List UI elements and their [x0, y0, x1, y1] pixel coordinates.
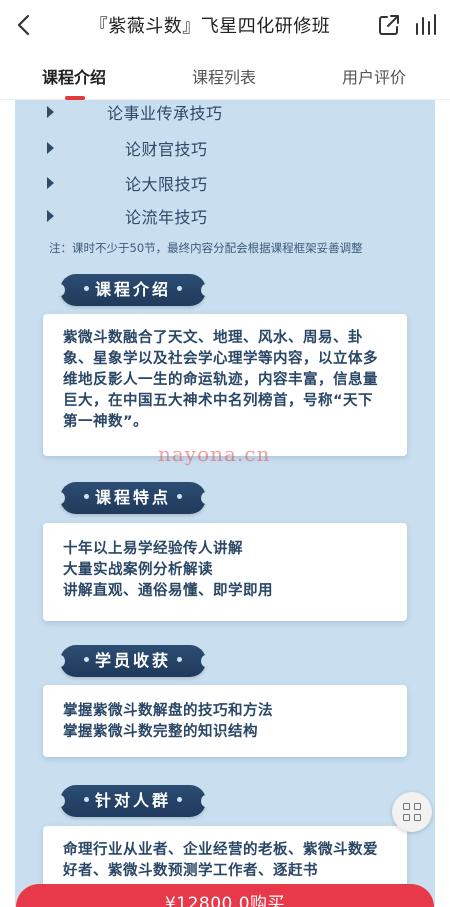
- page-title: 『紫薇斗数』飞星四化研修班: [89, 16, 331, 37]
- course-note: 注：课时不少于50节，最终内容分配会根据课程框架妥善调整: [49, 241, 363, 255]
- grid-icon[interactable]: [392, 792, 432, 832]
- outline-item-label: 论流年技巧: [125, 208, 208, 227]
- outline-item: 论大限技巧: [15, 171, 435, 195]
- share-icon[interactable]: [376, 12, 402, 38]
- feature-line: 大量实战案例分析解读: [63, 562, 213, 578]
- chevron-left-icon[interactable]: [10, 10, 40, 40]
- outline-item: 论财官技巧: [15, 136, 435, 160]
- triangle-right-icon: [47, 142, 54, 154]
- outline-item-label: 论事业传承技巧: [107, 104, 223, 123]
- outline-item-label: 论财官技巧: [125, 140, 208, 159]
- gain-line: 掌握紫微斗数解盘的技巧和方法: [63, 703, 273, 719]
- audience-text: 命理行业从业者、企业经营的老板、紫微斗数爱好者、紫微斗数预测学工作者、逐赶书: [63, 842, 378, 879]
- tab-user-reviews[interactable]: 用户评价: [342, 64, 406, 88]
- triangle-right-icon: [47, 106, 54, 118]
- features-card: 十年以上易学经验传人讲解 大量实战案例分析解读 讲解直观、通俗易懂、即学即用: [43, 523, 407, 621]
- section-header-gains: 学员收获: [54, 645, 212, 677]
- tab-course-list[interactable]: 课程列表: [192, 64, 256, 88]
- top-bar: 『紫薇斗数』飞星四化研修班: [0, 0, 450, 50]
- bar-chart-icon[interactable]: [413, 12, 439, 38]
- outline-item-label: 论大限技巧: [125, 175, 208, 194]
- app-root: 『紫薇斗数』飞星四化研修班 课程介绍 课程列表 用户评价 论事业传承技巧 论财官…: [0, 0, 450, 907]
- outline-item: 论事业传承技巧: [15, 100, 435, 124]
- watermark-text: nayona.cn: [158, 442, 271, 466]
- triangle-right-icon: [47, 177, 54, 189]
- tab-bar: 课程介绍 课程列表 用户评价: [0, 50, 450, 100]
- outline-item: 论流年技巧: [15, 204, 435, 228]
- section-header-intro: 课程介绍: [54, 274, 212, 306]
- tab-course-intro[interactable]: 课程介绍: [42, 64, 106, 88]
- gains-card: 掌握紫微斗数解盘的技巧和方法 掌握紫微斗数完整的知识结构: [43, 685, 407, 757]
- intro-card: 紫微斗数融合了天文、地理、风水、周易、卦象、星象学以及社会学心理学等内容，以立体…: [43, 314, 407, 456]
- section-header-audience: 针对人群: [54, 785, 212, 817]
- buy-button[interactable]: ¥12800.0购买: [16, 884, 434, 907]
- triangle-right-icon: [47, 210, 54, 222]
- course-detail-content[interactable]: 论事业传承技巧 论财官技巧 论大限技巧 论流年技巧 注：课时不少于50节，最终内…: [15, 100, 435, 907]
- intro-text: 紫微斗数融合了天文、地理、风水、周易、卦象、星象学以及社会学心理学等内容，以立体…: [63, 330, 378, 430]
- feature-line: 讲解直观、通俗易懂、即学即用: [63, 583, 273, 599]
- section-header-features: 课程特点: [54, 482, 212, 514]
- gain-line: 掌握紫微斗数完整的知识结构: [63, 724, 258, 740]
- feature-line: 十年以上易学经验传人讲解: [63, 541, 243, 557]
